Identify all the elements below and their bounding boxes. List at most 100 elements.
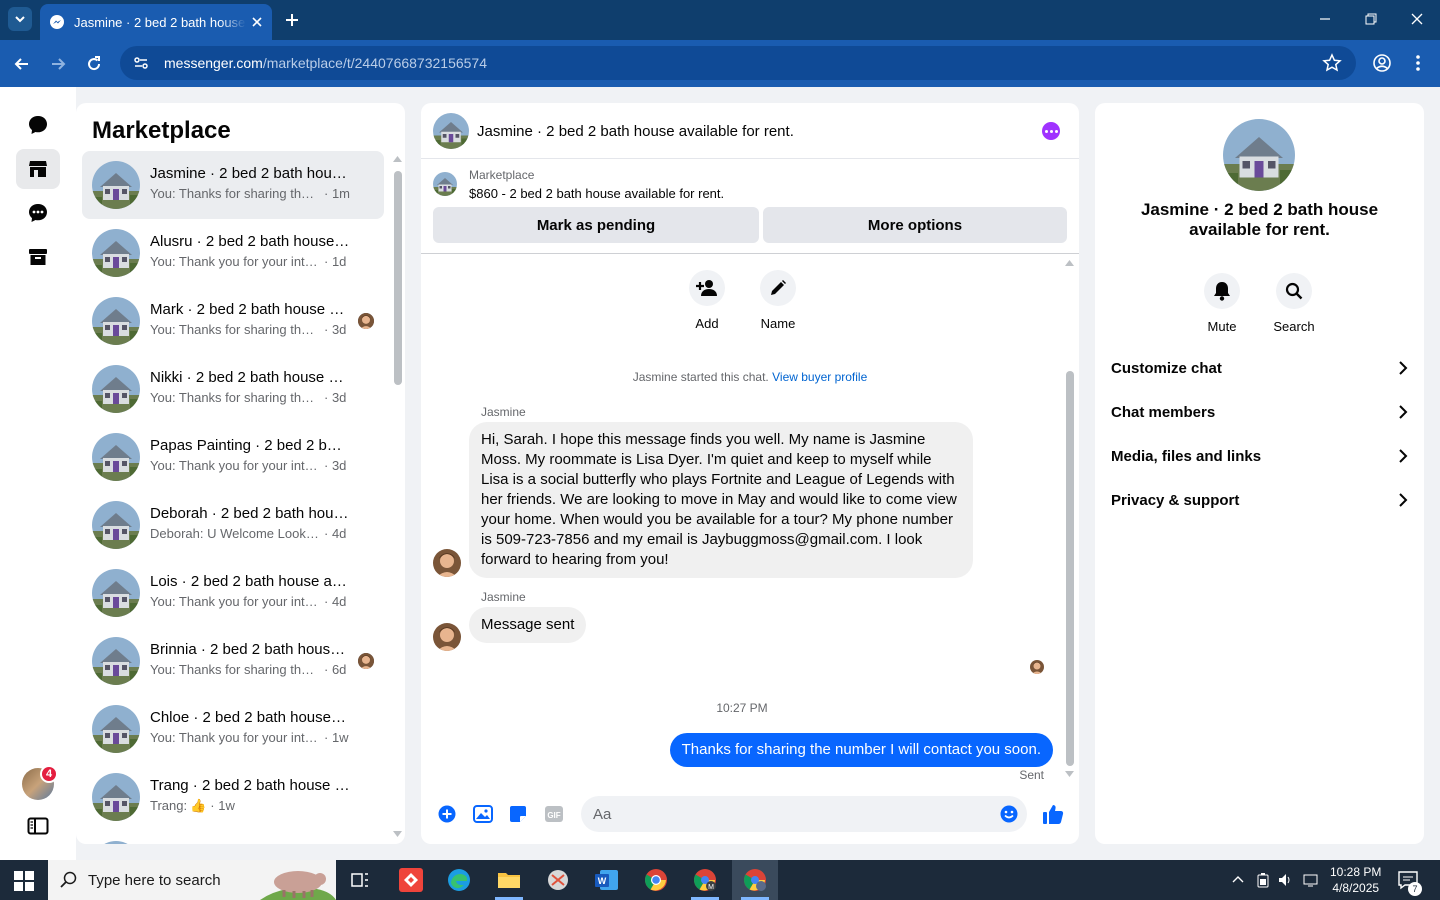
word-app-icon[interactable]: W <box>593 866 621 894</box>
view-buyer-profile-link[interactable]: View buyer profile <box>772 370 867 384</box>
conversation-info-button[interactable] <box>1042 122 1060 140</box>
incoming-message-bubble[interactable]: Hi, Sarah. I hope this message finds you… <box>469 422 973 578</box>
url-field[interactable]: messenger.com/marketplace/t/244076687321… <box>120 46 1356 80</box>
chrome-profile-m-icon[interactable]: M <box>691 866 719 894</box>
gif-icon[interactable]: GIF <box>544 805 564 823</box>
anydesk-app-icon[interactable] <box>397 866 425 894</box>
site-settings-icon[interactable] <box>132 54 150 72</box>
task-view-icon[interactable] <box>346 866 374 894</box>
conversation-item[interactable]: Brinnia · 2 bed 2 bath house available f… <box>82 627 384 695</box>
conversation-avatar <box>92 229 140 277</box>
conversation-item[interactable]: Trang · 2 bed 2 bath house available for… <box>82 763 384 831</box>
system-clock[interactable]: 10:28 PM 4/8/2025 <box>1330 864 1381 896</box>
conversation-name: Brinnia · 2 bed 2 bath house available f… <box>150 641 350 658</box>
chat-members-row[interactable]: Chat members <box>1111 390 1408 434</box>
add-people-action[interactable]: Add <box>677 270 737 331</box>
listing-thumbnail[interactable] <box>433 172 457 196</box>
conversation-avatar <box>92 569 140 617</box>
media-files-links-row[interactable]: Media, files and links <box>1111 434 1408 478</box>
seen-avatar <box>358 313 374 329</box>
more-options-button[interactable]: More options <box>763 207 1067 243</box>
reload-icon[interactable] <box>84 54 104 74</box>
requests-nav-button[interactable] <box>16 193 60 233</box>
show-hidden-icons-chevron-icon[interactable] <box>1232 874 1244 884</box>
mute-label: Mute <box>1207 319 1237 334</box>
mark-as-pending-button[interactable]: Mark as pending <box>433 207 759 243</box>
thumbs-up-emoji-icon: 👍 <box>190 798 207 813</box>
battery-icon[interactable] <box>1256 872 1270 888</box>
tab-search-button[interactable] <box>8 7 32 31</box>
plus-circle-icon[interactable] <box>438 805 456 823</box>
conversation-preview: You: Thanks for sharing the number· 3d <box>150 390 347 405</box>
scroll-down-arrow-icon[interactable] <box>393 831 402 837</box>
message-input[interactable]: Aa <box>581 796 1027 832</box>
sender-avatar[interactable] <box>433 549 461 577</box>
chat-scroll-down-icon[interactable] <box>1065 771 1074 777</box>
menu-kebab-icon[interactable] <box>1408 53 1428 73</box>
chat-scroll-up-icon[interactable] <box>1065 260 1074 266</box>
bookmark-star-icon[interactable] <box>1322 53 1342 73</box>
conversation-item[interactable]: Jasmine · 2 bed 2 bath house available f… <box>82 151 384 219</box>
outgoing-message-bubble[interactable]: Thanks for sharing the number I will con… <box>669 733 1053 767</box>
sent-status: Sent <box>1019 768 1044 782</box>
chrome-browser-icon[interactable] <box>642 866 670 894</box>
browser-tab-active[interactable]: Jasmine · 2 bed 2 bath house available f… <box>40 4 272 40</box>
restore-icon[interactable] <box>1364 12 1378 26</box>
list-scrollbar-thumb[interactable] <box>394 171 402 385</box>
marketplace-nav-button[interactable] <box>16 149 60 189</box>
mute-action[interactable]: Mute <box>1192 273 1252 334</box>
marketplace-listing-banner: Marketplace $860 - 2 bed 2 bath house av… <box>421 160 1079 254</box>
photo-icon[interactable] <box>473 805 493 823</box>
minimize-icon[interactable] <box>1318 12 1332 26</box>
chevron-right-icon <box>1399 493 1408 507</box>
chat-scrollbar-thumb[interactable] <box>1066 371 1074 766</box>
incoming-message-bubble[interactable]: Message sent <box>469 607 587 643</box>
windows-start-icon[interactable] <box>14 871 34 891</box>
chat-title[interactable]: Jasmine · 2 bed 2 bath house available f… <box>477 123 794 140</box>
customize-chat-row[interactable]: Customize chat <box>1111 346 1408 390</box>
conversation-preview: Trang: 👍 · 1w <box>150 798 235 813</box>
network-icon[interactable] <box>1302 872 1320 888</box>
chat-avatar[interactable] <box>433 113 469 149</box>
conversation-avatar[interactable] <box>1223 119 1295 191</box>
scroll-up-arrow-icon[interactable] <box>393 156 402 162</box>
conversation-item[interactable]: Mark · 2 bed 2 bath house available for … <box>82 287 384 355</box>
close-window-icon[interactable] <box>1410 12 1424 26</box>
snipping-tool-icon[interactable] <box>544 866 572 894</box>
new-tab-icon[interactable] <box>282 10 302 30</box>
chats-nav-button[interactable] <box>16 105 60 145</box>
url-text: messenger.com/marketplace/t/244076687321… <box>164 55 488 71</box>
conversation-name: Alusru · 2 bed 2 bath house available fo… <box>150 233 350 250</box>
emoji-icon[interactable] <box>1000 805 1018 823</box>
conversation-item[interactable]: Nikki · 2 bed 2 bath house available for… <box>82 355 384 423</box>
sticker-icon[interactable] <box>509 805 527 823</box>
name-chat-action[interactable]: Name <box>748 270 808 331</box>
conversation-item[interactable]: Papas Painting · 2 bed 2 bath house avai… <box>82 423 384 491</box>
conversation-item[interactable]: Deborah · 2 bed 2 bath house available f… <box>82 491 384 559</box>
conversation-item[interactable] <box>82 831 384 844</box>
conversation-item[interactable]: Chloe · 2 bed 2 bath house available for… <box>82 695 384 763</box>
file-explorer-icon[interactable] <box>495 866 523 894</box>
privacy-support-row[interactable]: Privacy & support <box>1111 478 1408 522</box>
profile-icon[interactable] <box>1372 53 1392 73</box>
conversation-item[interactable]: Lois · 2 bed 2 bath house available for … <box>82 559 384 627</box>
conversation-details-panel: Jasmine · 2 bed 2 bath house available f… <box>1095 103 1424 844</box>
edge-browser-icon[interactable] <box>445 866 473 894</box>
search-action[interactable]: Search <box>1264 273 1324 334</box>
close-tab-icon[interactable] <box>252 17 262 27</box>
taskbar-search-box[interactable]: Type here to search <box>48 860 336 900</box>
speaker-volume-icon[interactable] <box>1277 872 1293 888</box>
toggle-sidebar-button[interactable] <box>16 806 60 846</box>
chrome-profile-active-icon[interactable] <box>741 866 769 894</box>
archive-nav-button[interactable] <box>16 237 60 277</box>
search-highlight-pig-icon <box>260 871 336 900</box>
listing-title[interactable]: $860 - 2 bed 2 bath house available for … <box>469 186 724 201</box>
conversation-item[interactable]: Alusru · 2 bed 2 bath house available fo… <box>82 219 384 287</box>
back-icon[interactable] <box>12 54 32 74</box>
forward-icon[interactable] <box>48 54 68 74</box>
like-thumbs-up-icon[interactable] <box>1042 803 1064 825</box>
conversation-avatar <box>92 773 140 821</box>
left-rail: 4 <box>0 87 76 860</box>
sender-avatar[interactable] <box>433 623 461 651</box>
messenger-favicon-icon <box>50 15 64 29</box>
